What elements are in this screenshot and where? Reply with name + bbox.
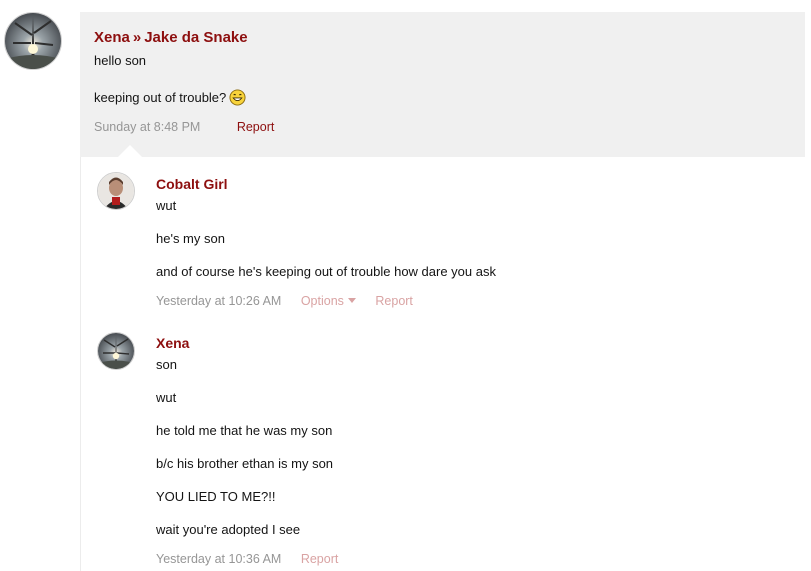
comment-text-line: wait you're adopted I see — [156, 522, 301, 537]
profile-post-thread: Xena» Jake da Snake hello son keeping out… — [0, 0, 811, 571]
avatar-image — [98, 333, 134, 369]
status-author-line: Xena» Jake da Snake — [94, 29, 248, 46]
comment-meta: Yesterday at 10:36 AM Report — [156, 552, 338, 566]
avatar-xena-small[interactable] — [97, 332, 135, 370]
grin-smiley-icon — [229, 89, 246, 106]
status-report-link[interactable]: Report — [237, 120, 275, 134]
comment-timestamp[interactable]: Yesterday at 10:36 AM — [156, 552, 281, 566]
avatar-cobalt-girl[interactable] — [97, 172, 135, 210]
avatar-image — [5, 13, 61, 69]
comment-author-link[interactable]: Xena — [156, 335, 189, 351]
comment-text-line: wut — [156, 198, 177, 213]
chevron-down-icon — [347, 298, 356, 303]
comment-report-link[interactable]: Report — [301, 552, 339, 566]
avatar-image — [98, 173, 134, 209]
status-text-line-2: keeping out of trouble? — [94, 89, 246, 106]
status-target-link[interactable]: Jake da Snake — [144, 29, 247, 46]
status-text-line-1: hello son — [94, 53, 147, 68]
comment-meta: Yesterday at 10:26 AM Options Report — [156, 294, 413, 308]
options-label: Options — [300, 294, 344, 308]
avatar-xena-large[interactable] — [4, 12, 62, 70]
comment-report-link[interactable]: Report — [375, 294, 413, 308]
comment-text-line: son — [156, 357, 177, 372]
status-text: keeping out of trouble? — [94, 90, 227, 105]
status-meta: Sunday at 8:48 PM Report — [94, 120, 274, 134]
comment-text-line: wut — [156, 390, 177, 405]
comment-text-line: he's my son — [156, 231, 225, 246]
status-separator: » — [132, 29, 142, 46]
comment-text-line: and of course he's keeping out of troubl… — [156, 264, 496, 279]
comment-text-line: YOU LIED TO ME?!! — [156, 489, 276, 504]
status-post: Xena» Jake da Snake hello son keeping out… — [80, 12, 805, 157]
comment-options-menu[interactable]: Options — [301, 294, 356, 308]
comment-pointer-arrow — [118, 145, 142, 157]
comment-list: Cobalt Girl wut he's my son and of cours… — [80, 157, 806, 571]
comment-timestamp[interactable]: Yesterday at 10:26 AM — [156, 294, 281, 308]
comment-text-line: b/c his brother ethan is my son — [156, 456, 334, 471]
status-author-link[interactable]: Xena — [94, 29, 130, 46]
status-timestamp[interactable]: Sunday at 8:48 PM — [94, 120, 200, 134]
comment-author-link[interactable]: Cobalt Girl — [156, 176, 228, 192]
comment-text-line: he told me that he was my son — [156, 423, 333, 438]
